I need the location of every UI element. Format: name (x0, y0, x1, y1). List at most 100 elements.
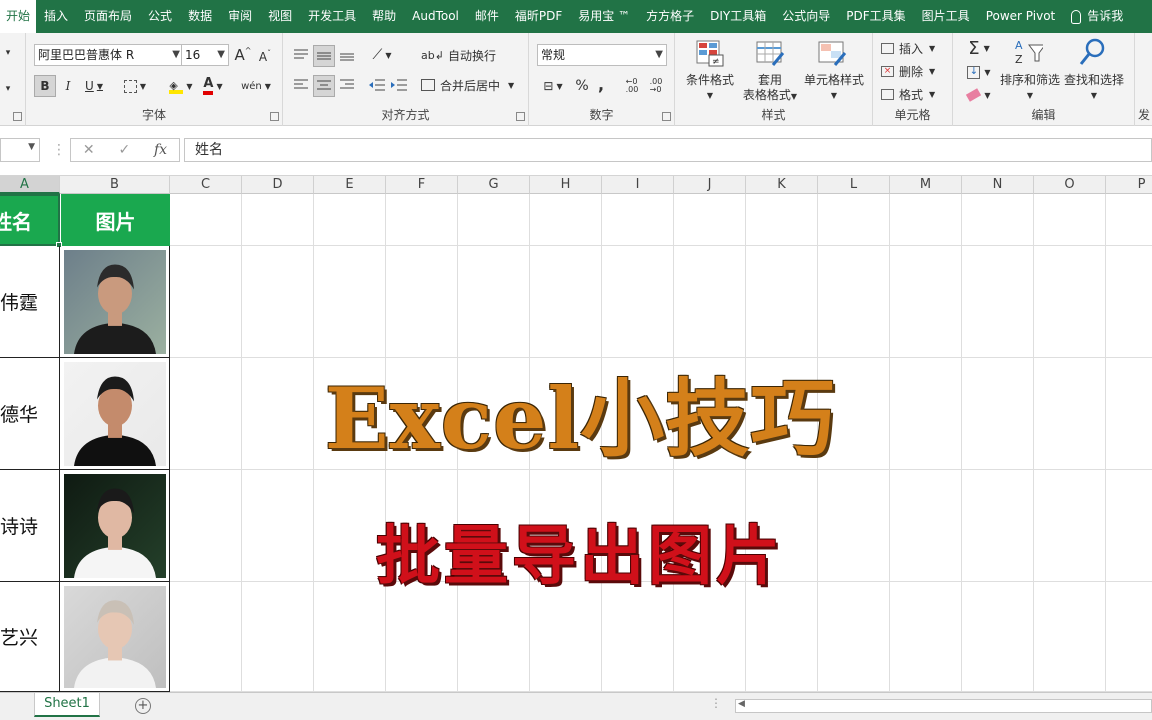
tab-formula-wizard[interactable]: 公式向导 (774, 0, 838, 33)
tab-formulas[interactable]: 公式 (140, 0, 180, 33)
cell[interactable] (746, 194, 818, 246)
cell[interactable] (242, 582, 314, 692)
cell[interactable] (1106, 470, 1152, 582)
cell[interactable] (1106, 194, 1152, 246)
tab-help[interactable]: 帮助 (364, 0, 404, 33)
align-top-icon[interactable] (291, 45, 311, 65)
font-size-select[interactable]: 16 ▼ (181, 44, 229, 66)
cell[interactable] (530, 194, 602, 246)
cancel-icon[interactable]: ✕ (83, 142, 95, 158)
cell[interactable] (170, 470, 242, 582)
cell[interactable] (386, 582, 458, 692)
cell[interactable] (962, 194, 1034, 246)
cell[interactable] (314, 246, 386, 358)
format-cells-button[interactable]: 格式 ▼ (881, 85, 947, 103)
orientation-button[interactable]: ⟋ ▼ (367, 45, 397, 65)
formula-bar-splitter-icon[interactable]: ⋮ (52, 142, 66, 158)
cell[interactable] (818, 582, 890, 692)
dropdown-icon[interactable]: ▾ (2, 47, 14, 59)
add-sheet-icon[interactable]: + (135, 698, 151, 714)
cell[interactable] (458, 246, 530, 358)
column-header-i[interactable]: I (602, 176, 674, 194)
column-header-a[interactable]: A (0, 176, 60, 194)
cell[interactable] (242, 194, 314, 246)
column-header-l[interactable]: L (818, 176, 890, 194)
align-middle-icon[interactable] (313, 45, 335, 67)
cell[interactable] (314, 194, 386, 246)
tab-diy-toolbox[interactable]: DIY工具箱 (702, 0, 774, 33)
horizontal-scrollbar[interactable]: ◀ (735, 699, 1152, 713)
shrink-font-button[interactable]: Aˇ (256, 47, 274, 67)
name-cell[interactable]: 德华 (0, 358, 60, 470)
cell[interactable] (1106, 582, 1152, 692)
column-header-n[interactable]: N (962, 176, 1034, 194)
cell[interactable] (1034, 246, 1106, 358)
increase-indent-icon[interactable] (389, 75, 409, 95)
column-header-o[interactable]: O (1034, 176, 1106, 194)
portrait-photo[interactable] (64, 250, 166, 354)
portrait-photo[interactable] (64, 474, 166, 578)
column-header-c[interactable]: C (170, 176, 242, 194)
clipboard-launcher-icon[interactable] (13, 112, 22, 121)
cell[interactable] (458, 194, 530, 246)
cell[interactable] (530, 582, 602, 692)
cell[interactable] (890, 358, 962, 470)
tab-review[interactable]: 审阅 (220, 0, 260, 33)
accounting-format-button[interactable]: ⊟ ▼ (537, 75, 569, 97)
tab-audtool[interactable]: AudTool (404, 0, 467, 33)
formula-input[interactable]: 姓名 (184, 138, 1152, 162)
header-cell-photo[interactable]: 图片 (60, 194, 170, 246)
tab-picture-tools[interactable]: 图片工具 (914, 0, 978, 33)
column-header-m[interactable]: M (890, 176, 962, 194)
number-format-select[interactable]: 常规 ▼ (537, 44, 667, 66)
cell[interactable] (170, 194, 242, 246)
increase-decimal-button[interactable]: ←0.00 (621, 75, 643, 97)
cell[interactable] (818, 246, 890, 358)
enter-icon[interactable]: ✓ (118, 142, 130, 158)
cell[interactable] (602, 582, 674, 692)
align-left-icon[interactable] (291, 75, 311, 95)
tell-me-box[interactable]: 告诉我 (1063, 0, 1131, 33)
align-bottom-icon[interactable] (337, 45, 357, 65)
column-header-p[interactable]: P (1106, 176, 1152, 194)
scroll-left-icon[interactable]: ◀ (738, 699, 745, 709)
comma-button[interactable]: , (593, 73, 609, 95)
font-color-button[interactable]: A ▼ (198, 75, 228, 97)
tab-splitter-icon[interactable]: ⋮ (710, 696, 722, 710)
cell[interactable] (1034, 470, 1106, 582)
cell[interactable] (530, 246, 602, 358)
tab-fangfang[interactable]: 方方格子 (638, 0, 702, 33)
cell[interactable] (962, 582, 1034, 692)
cell[interactable] (674, 582, 746, 692)
align-center-icon[interactable] (313, 75, 335, 97)
alignment-launcher-icon[interactable] (516, 112, 525, 121)
cell[interactable] (1034, 194, 1106, 246)
cell[interactable] (818, 194, 890, 246)
grow-font-button[interactable]: A ^ (234, 45, 252, 65)
autosum-button[interactable]: Σ ▼ (961, 38, 997, 59)
column-header-j[interactable]: J (674, 176, 746, 194)
cell[interactable] (1034, 358, 1106, 470)
tab-yiyongbao[interactable]: 易用宝 ™ (570, 0, 638, 33)
photo-cell[interactable] (60, 582, 170, 692)
decrease-indent-icon[interactable] (367, 75, 387, 95)
delete-cells-button[interactable]: × 删除 ▼ (881, 62, 947, 80)
cell[interactable] (890, 246, 962, 358)
tab-page-layout[interactable]: 页面布局 (76, 0, 140, 33)
fill-button[interactable]: ↓ ▼ (961, 62, 997, 82)
cell[interactable] (962, 358, 1034, 470)
underline-button[interactable]: U ▼ (80, 75, 108, 97)
insert-cells-button[interactable]: 插入 ▼ (881, 39, 947, 57)
borders-button[interactable]: ▼ (120, 75, 150, 97)
column-header-g[interactable]: G (458, 176, 530, 194)
phonetic-button[interactable]: wén ▼ (240, 75, 272, 97)
cell[interactable] (890, 582, 962, 692)
column-header-h[interactable]: H (530, 176, 602, 194)
tab-home[interactable]: 开始 (0, 0, 37, 33)
wrap-text-button[interactable]: ab↲ 自动换行 (421, 45, 497, 65)
cell[interactable] (602, 246, 674, 358)
align-right-icon[interactable] (337, 75, 357, 95)
cell[interactable] (170, 358, 242, 470)
sheet-tab-sheet1[interactable]: Sheet1 (34, 693, 100, 717)
cell[interactable] (962, 470, 1034, 582)
